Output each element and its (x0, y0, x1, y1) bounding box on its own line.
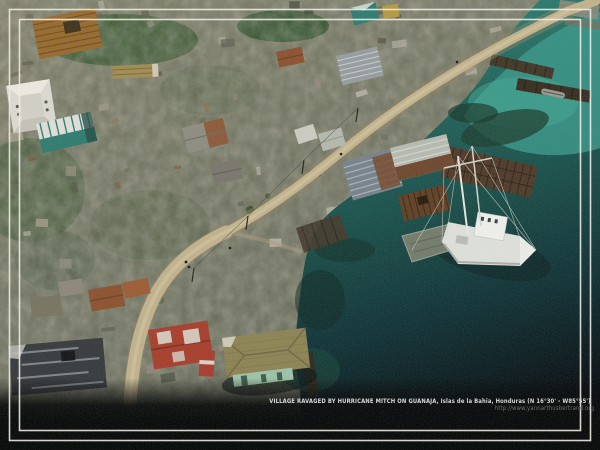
caption-title: VILLAGE RAVAGED BY HURRICANE MITCH ON GU… (269, 398, 594, 405)
film-grain (0, 0, 600, 450)
photo-scene (0, 0, 600, 450)
caption: VILLAGE RAVAGED BY HURRICANE MITCH ON GU… (269, 398, 594, 412)
hurricane-aerial-photo: VILLAGE RAVAGED BY HURRICANE MITCH ON GU… (0, 0, 600, 450)
caption-credit-url: http://www.yannarthusbertrand.org (269, 405, 594, 412)
